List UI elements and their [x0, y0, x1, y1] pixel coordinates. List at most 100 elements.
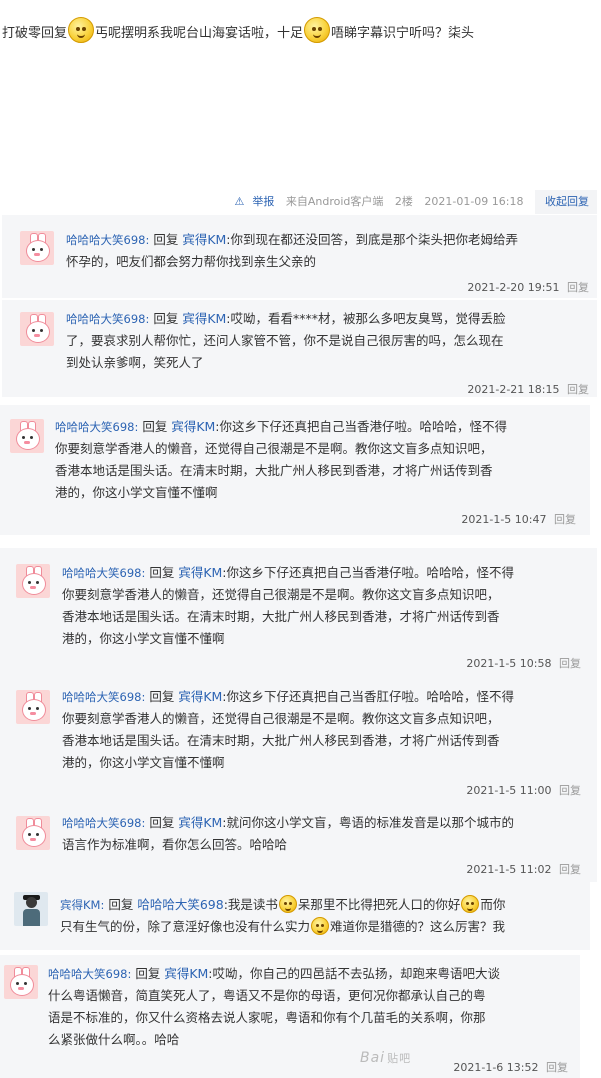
reply-target-link[interactable]: 宾得KM [171, 419, 215, 434]
smiley-emoji-icon [304, 16, 331, 43]
rabbit-avatar[interactable] [10, 419, 44, 453]
reply-text: 语是不标准的，你又什么资格去说人家呢，粤语和你有个几苗毛的关系啊，你那 [48, 1010, 486, 1025]
reply-content: 哈哈哈大笑698: 回复 宾得KM:哎呦，你自己的四邑話不去弘扬，却跑来粤语吧大… [48, 963, 578, 1051]
post-meta-bar: ⚠ 举报 来自Android客户端 2楼 2021-01-09 16:18 收起回… [0, 190, 597, 214]
rabbit-avatar[interactable] [20, 312, 54, 346]
reply-text: 了，要哀求别人帮你忙，还问人家管不管，你不是说自己很厉害的吗，怎么现在 [66, 333, 504, 348]
reply-target-link[interactable]: 哈哈哈大笑698 [137, 897, 223, 912]
reply-button[interactable]: 回复 [559, 657, 581, 670]
reply-text: 你要刻意学香港人的懒音，还觉得自己很潮是不是啊。教你这文盲多点知识吧， [55, 441, 493, 456]
reply-word: 回复 [149, 815, 175, 830]
reply-item: 哈哈哈大笑698: 回复 宾得KM:就问你这小学文盲，粤语的标准发音是以那个城市… [0, 806, 597, 882]
reply-word: 回复 [142, 419, 168, 434]
reply-text: 香港本地话是围头话。在清末时期，大批广州人移民到香港，才将广州话传到香 [62, 609, 500, 624]
reply-item: 哈哈哈大笑698: 回复 宾得KM:你这乡下仔还真把自己当香肛仔啦。哈哈哈，怪不… [0, 678, 597, 806]
reply-button[interactable]: 回复 [567, 383, 589, 396]
reply-time: 2021-1-5 10:47 [461, 513, 547, 526]
reply-item: 哈哈哈大笑698: 回复 宾得KM:你到现在都还没回答，到底是那个柒头把你老姆给… [2, 215, 597, 298]
reply-target-link[interactable]: 宾得KM [178, 689, 222, 704]
reply-username[interactable]: 哈哈哈大笑698: [66, 233, 149, 247]
reply-item: 哈哈哈大笑698: 回复 宾得KM:你这乡下仔还真把自己当香港仔啦。哈哈哈，怪不… [0, 548, 597, 678]
warning-triangle-icon: ⚠ [234, 195, 245, 208]
reply-text: :你这乡下仔还真把自己当香港仔啦。哈哈哈，怪不得 [222, 565, 515, 580]
reply-target-link[interactable]: 宾得KM [178, 815, 222, 830]
reply-button[interactable]: 回复 [559, 784, 581, 797]
reply-footer: 2021-2-20 19:51 回复 [467, 279, 589, 295]
reply-text: :你到现在都还没回答，到底是那个柒头把你老姆给弄 [226, 232, 519, 247]
reply-content: 哈哈哈大笑698: 回复 宾得KM:你到现在都还没回答，到底是那个柒头把你老姆给… [66, 229, 591, 273]
reply-footer: 2021-1-5 10:47 回复 [461, 511, 576, 527]
reply-time: 2021-1-5 11:02 [466, 863, 552, 876]
reply-username[interactable]: 哈哈哈大笑698: [48, 967, 131, 981]
watermark-brand: Bai [360, 1050, 386, 1066]
reply-time: 2021-1-5 10:58 [466, 657, 552, 670]
reply-text: 语言作为标准啊，看你怎么回答。哈哈哈 [62, 837, 288, 852]
reply-text: 你要刻意学香港人的懒音，还觉得自己很潮是不是啊。教你这文盲多点知识吧， [62, 711, 500, 726]
rabbit-avatar[interactable] [16, 564, 50, 598]
reply-text: :就问你这小学文盲，粤语的标准发音是以那个城市的 [222, 815, 515, 830]
reply-item: 哈哈哈大笑698: 回复 宾得KM:哎呦，你自己的四邑話不去弘扬，却跑来粤语吧大… [0, 955, 580, 1078]
reply-content: 哈哈哈大笑698: 回复 宾得KM:你这乡下仔还真把自己当香港仔啦。哈哈哈，怪不… [62, 562, 592, 650]
rabbit-avatar[interactable] [4, 965, 38, 999]
reply-button[interactable]: 回复 [559, 863, 581, 876]
reply-username[interactable]: 哈哈哈大笑698: [62, 566, 145, 580]
person-avatar[interactable] [14, 892, 48, 926]
reply-text: 难道你是猎德的？这么厉害？我 [330, 919, 506, 934]
reply-item: 哈哈哈大笑698: 回复 宾得KM:你这乡下仔还真把自己当香港仔啦。哈哈哈，怪不… [0, 405, 590, 535]
reply-word: 回复 [135, 966, 161, 981]
reply-text: 呆那里不比得把死人口的你好 [297, 897, 461, 912]
post-text-part3: 唔睇字幕识宁听吗？柒头 [331, 26, 475, 41]
reply-footer: 2021-2-21 18:15 回复 [467, 381, 589, 397]
post-source: 来自Android客户端 [285, 195, 384, 208]
reply-username[interactable]: 哈哈哈大笑698: [66, 312, 149, 326]
watermark-sub: 贴吧 [387, 1052, 412, 1065]
reply-text: 香港本地话是围头话。在清末时期，大批广州人移民到香港，才将广州话传到香 [55, 463, 493, 478]
reply-content: 哈哈哈大笑698: 回复 宾得KM:哎呦，看看****材，被那么多吧友臭骂，觉得… [66, 308, 591, 374]
reply-text: :哎呦，你自己的四邑話不去弘扬，却跑来粤语吧大谈 [208, 966, 501, 981]
collapse-replies-button[interactable]: 收起回复 [535, 190, 597, 214]
reply-word: 回复 [108, 897, 134, 912]
reply-text: 么紧张做什么啊。。哈哈 [48, 1032, 180, 1047]
reply-username[interactable]: 哈哈哈大笑698: [62, 816, 145, 830]
reply-text: 什么粤语懒音，简直笑死人了，粤语又不是你的母语，更何况你都承认自己的粤 [48, 988, 486, 1003]
report-link[interactable]: ⚠ 举报 [226, 195, 274, 208]
reply-button[interactable]: 回复 [567, 281, 589, 294]
reply-username[interactable]: 哈哈哈大笑698: [55, 420, 138, 434]
post-time: 2021-01-09 16:18 [424, 195, 524, 208]
reply-text: 港的，你这小学文盲懂不懂啊 [62, 631, 225, 646]
reply-item: 宾得KM: 回复 哈哈哈大笑698:我是读书 呆那里不比得把死人口的你好 而你 只有… [0, 882, 590, 950]
reply-target-link[interactable]: 宾得KM [182, 311, 226, 326]
rabbit-avatar[interactable] [16, 816, 50, 850]
reply-footer: 2021-1-5 11:00 回复 [466, 782, 581, 798]
rabbit-avatar[interactable] [20, 231, 54, 265]
reply-text: 只有生气的份，除了意淫好像也没有什么实力 [60, 919, 311, 934]
reply-text: 你要刻意学香港人的懒音，还觉得自己很潮是不是啊。教你这文盲多点知识吧， [62, 587, 500, 602]
report-label: 举报 [252, 195, 275, 208]
reply-footer: 2021-1-5 11:02 回复 [466, 861, 581, 877]
reply-word: 回复 [149, 689, 175, 704]
reply-word: 回复 [149, 565, 175, 580]
reply-content: 宾得KM: 回复 哈哈哈大笑698:我是读书 呆那里不比得把死人口的你好 而你 只有… [60, 894, 585, 938]
reply-text: :你这乡下仔还真把自己当香港仔啦。哈哈哈，怪不得 [215, 419, 508, 434]
reply-target-link[interactable]: 宾得KM [178, 565, 222, 580]
reply-username[interactable]: 宾得KM: [60, 898, 104, 912]
smiley-emoji-icon [278, 894, 297, 913]
reply-text: 怀孕的，吧友们都会努力帮你找到亲生父亲的 [66, 254, 317, 269]
reply-username[interactable]: 哈哈哈大笑698: [62, 690, 145, 704]
reply-text: 香港本地话是围头话。在清末时期，大批广州人移民到香港，才将广州话传到香 [62, 733, 500, 748]
reply-target-link[interactable]: 宾得KM [164, 966, 208, 981]
reply-target-link[interactable]: 宾得KM [182, 232, 226, 247]
reply-text: :你这乡下仔还真把自己当香肛仔啦。哈哈哈，怪不得 [222, 689, 515, 704]
rabbit-avatar[interactable] [16, 690, 50, 724]
baidu-tieba-watermark: Bai 贴吧 [360, 1050, 411, 1066]
reply-content: 哈哈哈大笑698: 回复 宾得KM:就问你这小学文盲，粤语的标准发音是以那个城市… [62, 812, 592, 856]
post-text-part1: 打破零回复 [2, 26, 68, 41]
smiley-emoji-icon [311, 916, 330, 935]
reply-content: 哈哈哈大笑698: 回复 宾得KM:你这乡下仔还真把自己当香肛仔啦。哈哈哈，怪不… [62, 686, 592, 774]
post-text-part2: 丐呢摆明系我呢台山海宴话啦，十足 [95, 26, 304, 41]
reply-button[interactable]: 回复 [546, 1061, 568, 1074]
reply-time: 2021-2-20 19:51 [467, 281, 560, 294]
reply-text: :我是读书 [223, 897, 278, 912]
reply-button[interactable]: 回复 [554, 513, 576, 526]
reply-text: 港的，你这小学文盲懂不懂啊 [55, 485, 218, 500]
